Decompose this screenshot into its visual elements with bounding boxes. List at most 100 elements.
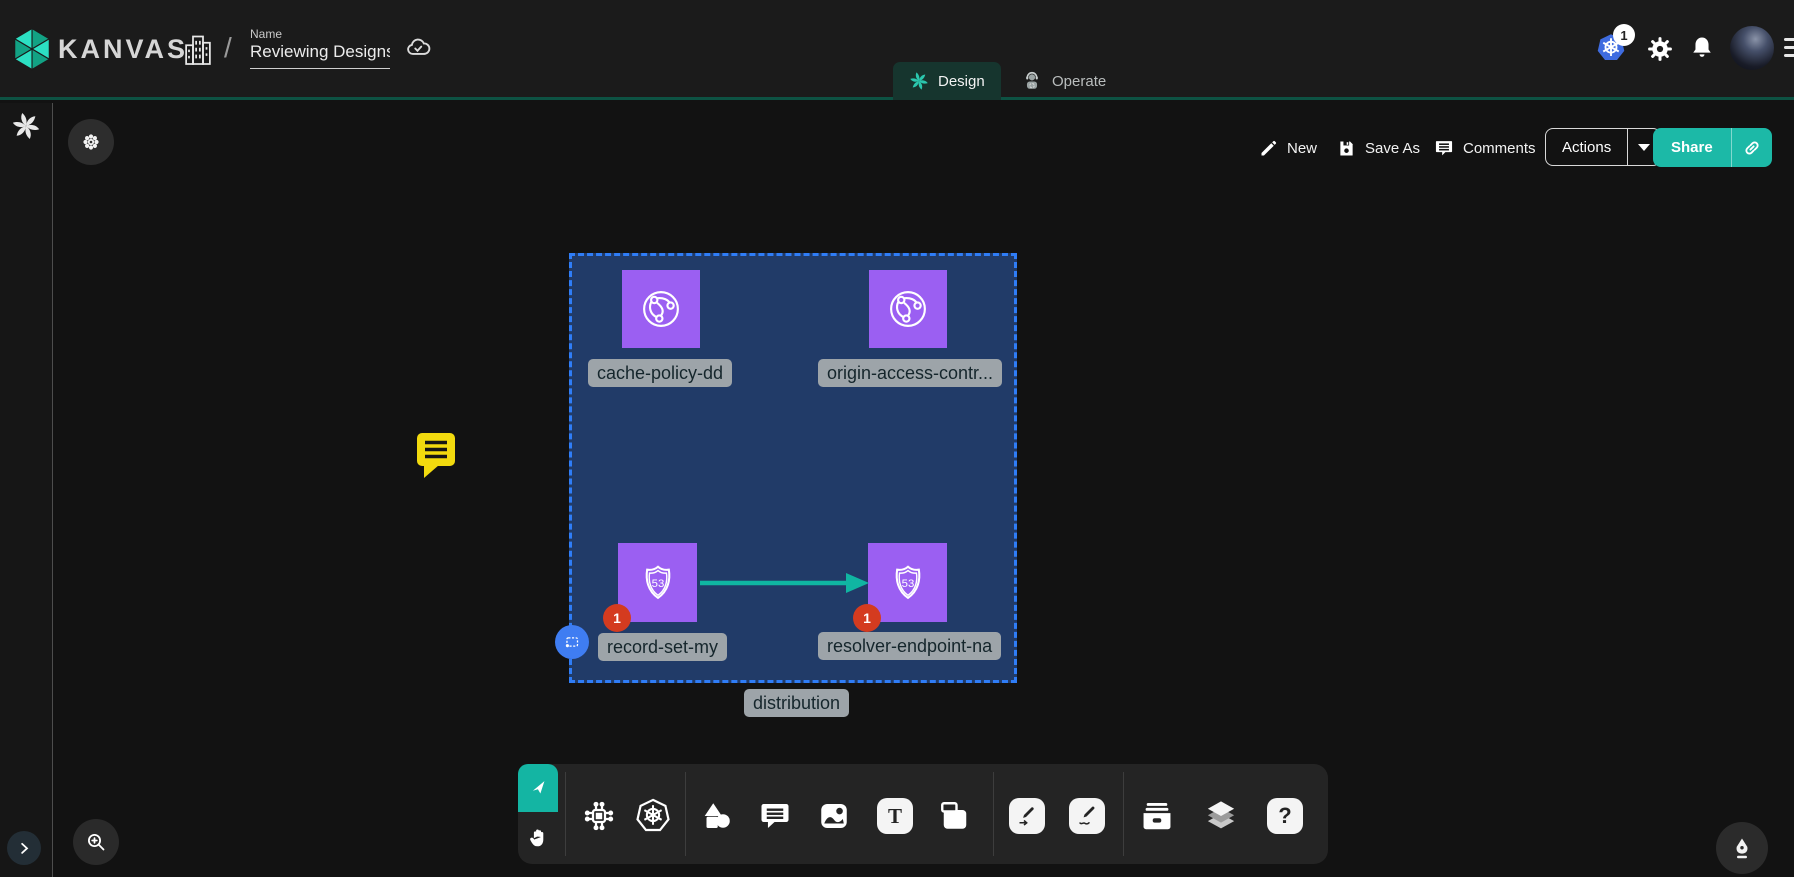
cloudfront-icon <box>634 282 688 336</box>
image-icon <box>816 798 852 834</box>
image-tool[interactable] <box>814 796 854 836</box>
toolbar-divider <box>565 772 566 856</box>
cursor-arrow-icon <box>527 777 549 799</box>
operate-tab-label: Operate <box>1052 73 1106 90</box>
brand-title: KANVAS <box>58 34 188 65</box>
save-as-button-label: Save As <box>1365 140 1420 157</box>
copy-link-action[interactable] <box>1732 137 1772 159</box>
note-card-tool[interactable] <box>935 796 975 836</box>
route53-icon: 53 <box>632 557 684 609</box>
sidebar-expand-button[interactable] <box>7 831 41 865</box>
notifications-bell-icon[interactable] <box>1688 33 1716 63</box>
hand-icon <box>526 826 550 850</box>
freehand-draw-tool[interactable] <box>1067 796 1107 836</box>
node-label[interactable]: record-set-my <box>598 633 727 661</box>
new-pencil-icon <box>1258 138 1279 159</box>
comment-tool[interactable] <box>755 796 795 836</box>
link-icon <box>1741 137 1763 159</box>
node-record-set[interactable]: 53 <box>618 543 697 622</box>
cloudfront-icon <box>881 282 935 336</box>
flower-asterisk-icon <box>79 130 103 154</box>
user-avatar[interactable] <box>1730 26 1774 70</box>
canvas-comment-pin[interactable] <box>414 431 460 479</box>
shapes-tool[interactable] <box>697 796 737 836</box>
left-sidebar <box>0 103 53 877</box>
group-label[interactable]: distribution <box>744 689 849 717</box>
drawer-archive-icon <box>1138 797 1176 835</box>
share-button-label: Share <box>1653 139 1731 156</box>
breadcrumb-separator: / <box>224 32 232 64</box>
actions-button-label: Actions <box>1546 139 1627 156</box>
layers-tool[interactable] <box>1201 796 1241 836</box>
comments-button[interactable]: Comments <box>1433 132 1536 164</box>
freehand-box <box>1069 798 1105 834</box>
comment-bubble-icon <box>757 798 793 834</box>
node-label[interactable]: origin-access-contr... <box>818 359 1002 387</box>
route53-number: 53 <box>651 577 664 589</box>
pen-arrow-icon <box>1015 804 1039 828</box>
node-issue-badge[interactable]: 1 <box>603 604 631 632</box>
components-tool[interactable] <box>579 796 619 836</box>
integration-chip-icon <box>581 798 617 834</box>
tab-design[interactable]: Design <box>893 62 1001 100</box>
toolbar-divider <box>1123 772 1124 856</box>
help-tool[interactable]: ? <box>1265 796 1305 836</box>
share-button[interactable]: Share <box>1653 128 1772 167</box>
drawer-tool[interactable] <box>1137 796 1177 836</box>
note-card-icon <box>937 798 973 834</box>
text-tool-glyph: T <box>888 804 902 829</box>
chevron-down-icon <box>1638 144 1650 151</box>
app-header: KANVAS / Name Design <box>0 0 1794 100</box>
bottom-toolbar: T <box>518 764 1328 864</box>
shapes-icon <box>699 798 735 834</box>
context-count-badge: 1 <box>1613 24 1635 46</box>
edge-pen-tool[interactable] <box>1007 796 1047 836</box>
node-origin-access-control[interactable] <box>869 270 947 348</box>
select-tool[interactable] <box>518 764 558 812</box>
help-glyph: ? <box>1278 803 1291 829</box>
layers-icon <box>1202 797 1240 835</box>
design-name-input[interactable] <box>250 42 390 69</box>
dashed-selection-icon <box>561 631 583 653</box>
operate-tab-icon <box>1021 70 1043 92</box>
name-field-label: Name <box>250 27 282 41</box>
settings-gear-icon[interactable] <box>1645 34 1675 64</box>
zoom-button[interactable] <box>73 819 119 865</box>
kubernetes-icon <box>634 797 672 835</box>
node-label[interactable]: cache-policy-dd <box>588 359 732 387</box>
tab-operate[interactable]: Operate <box>1005 62 1122 100</box>
whiteboard-pen-button[interactable] <box>1716 822 1768 874</box>
dock-flower-button[interactable] <box>68 119 114 165</box>
node-issue-badge[interactable]: 1 <box>853 604 881 632</box>
pen-nib-icon <box>1729 835 1755 861</box>
zoom-in-icon <box>84 830 108 854</box>
pan-hand-tool[interactable] <box>518 814 558 862</box>
new-button-label: New <box>1287 140 1317 157</box>
text-tool[interactable]: T <box>875 796 915 836</box>
save-floppy-icon <box>1336 138 1357 159</box>
comments-button-label: Comments <box>1463 140 1536 157</box>
menu-hamburger-icon[interactable] <box>1784 36 1794 60</box>
node-resolver-endpoint[interactable]: 53 <box>868 543 947 622</box>
help-box: ? <box>1267 798 1303 834</box>
new-button[interactable]: New <box>1258 132 1317 164</box>
route53-number: 53 <box>901 577 914 589</box>
route53-icon: 53 <box>882 557 934 609</box>
node-label[interactable]: resolver-endpoint-na <box>818 632 1001 660</box>
edge-pen-box <box>1009 798 1045 834</box>
meshery-swirl-icon[interactable] <box>11 111 41 141</box>
comments-icon <box>1433 137 1455 159</box>
group-connection-handle[interactable] <box>555 625 589 659</box>
kubernetes-tool[interactable] <box>633 796 673 836</box>
organization-icon[interactable] <box>183 31 213 67</box>
toolbar-divider <box>685 772 686 856</box>
kanvas-logo-icon[interactable] <box>13 27 51 71</box>
chevron-right-icon <box>15 839 33 857</box>
actions-button[interactable]: Actions <box>1545 128 1661 166</box>
design-tab-label: Design <box>938 73 985 90</box>
cloud-sync-icon <box>403 34 433 60</box>
toolbar-divider <box>993 772 994 856</box>
node-cache-policy[interactable] <box>622 270 700 348</box>
edge-record-set-to-resolver[interactable] <box>697 568 877 598</box>
save-as-button[interactable]: Save As <box>1336 132 1420 164</box>
